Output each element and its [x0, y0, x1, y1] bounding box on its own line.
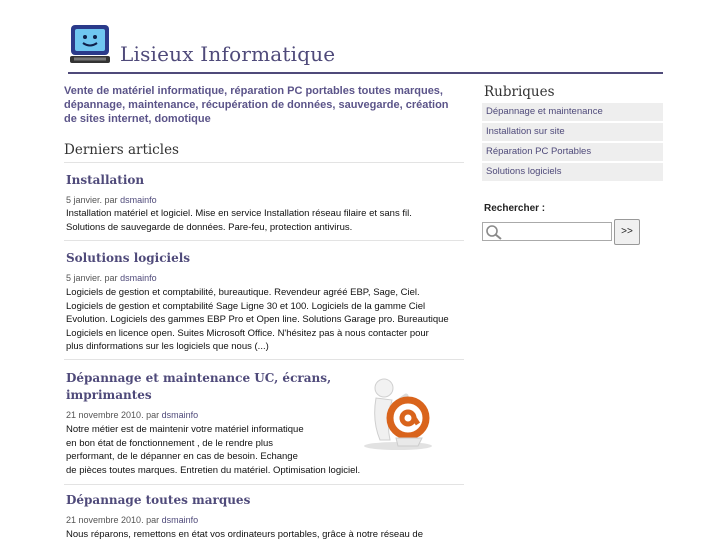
search-submit-button[interactable]: >>	[614, 219, 640, 245]
excerpt-line: en bon état de fonctionnement , de le re…	[66, 437, 274, 449]
article-date: 21 novembre 2010	[66, 410, 142, 420]
article-excerpt: Installation matériel et logiciel. Mise …	[66, 207, 412, 234]
sidebar-item-reparation-pc-portables[interactable]: Réparation PC Portables	[482, 143, 663, 161]
article-title-solutions-logiciels[interactable]: Solutions logiciels	[66, 251, 190, 265]
article-title-line[interactable]: imprimantes	[66, 387, 331, 404]
article-by: par	[104, 273, 118, 283]
search-input[interactable]	[482, 222, 612, 241]
site-header: Lisieux Informatique	[68, 20, 663, 74]
article-by: par	[104, 195, 118, 205]
excerpt-line: Logiciels de gestion et comptabilité, bu…	[66, 287, 420, 298]
article-by: par	[146, 515, 160, 525]
search-label: Rechercher :	[484, 203, 546, 214]
sidebar-title-rubriques: Rubriques	[484, 84, 555, 100]
rubriques-list: Dépannage et maintenance Installation su…	[482, 103, 663, 183]
article-title-depannage-toutes-marques[interactable]: Dépannage toutes marques	[66, 493, 250, 507]
sidebar-item-solutions-logiciels[interactable]: Solutions logiciels	[482, 163, 663, 181]
excerpt-line: Evolution. Logiciels des gammes EBP Pro …	[66, 314, 449, 325]
article-meta: 21 novembre 2010. par dsmainfo	[66, 515, 199, 525]
sidebar-item-installation-sur-site[interactable]: Installation sur site	[482, 123, 663, 141]
article-title-installation[interactable]: Installation	[66, 173, 144, 187]
article-excerpt: Logiciels de gestion et comptabilité, bu…	[66, 286, 449, 354]
article-author-link[interactable]: dsmainfo	[120, 195, 157, 205]
divider	[64, 359, 464, 360]
divider	[64, 162, 464, 163]
article-date: 5 janvier	[66, 195, 100, 205]
excerpt-line: Logiciels en licence open. Suites Micros…	[66, 327, 429, 339]
sidebar-item-depannage-maintenance[interactable]: Dépannage et maintenance	[482, 103, 663, 121]
article-author-link[interactable]: dsmainfo	[162, 515, 199, 525]
excerpt-line: Solutions de sauvegarde de données. Pare…	[66, 221, 353, 233]
article-author-link[interactable]: dsmainfo	[162, 410, 199, 420]
article-by: par	[146, 410, 160, 420]
article-meta: 21 novembre 2010. par dsmainfo	[66, 410, 199, 420]
excerpt-line: Installation matériel et logiciel. Mise …	[66, 208, 412, 219]
excerpt-line: performant, de le dépanner en cas de bes…	[66, 451, 298, 462]
article-excerpt: Nous réparons, remettons en état vos ord…	[66, 528, 423, 542]
article-date: 5 janvier	[66, 273, 100, 283]
divider	[64, 484, 464, 485]
excerpt-line: de pièces toutes marques. Entretien du m…	[66, 464, 361, 476]
section-title-derniers-articles: Derniers articles	[64, 142, 179, 158]
excerpt-line: Logiciels de gestion et comptabilité Sag…	[66, 300, 426, 312]
excerpt-line: Notre métier est de maintenir votre maté…	[66, 424, 304, 435]
excerpt-line: plus dinformations sur les logiciels que…	[66, 341, 269, 352]
tagline: Vente de matériel informatique, réparati…	[64, 85, 449, 125]
article-date: 21 novembre 2010	[66, 515, 142, 525]
search-icon	[486, 225, 502, 240]
article-author-link[interactable]: dsmainfo	[120, 273, 157, 283]
article-title-line[interactable]: Dépannage et maintenance UC, écrans,	[66, 370, 331, 387]
divider	[64, 240, 464, 241]
article-excerpt: Notre métier est de maintenir votre maté…	[66, 423, 360, 477]
computer-logo-icon[interactable]	[68, 22, 112, 66]
excerpt-line: Nous réparons, remettons en état vos ord…	[66, 529, 423, 540]
article-title-depannage-maintenance[interactable]: Dépannage et maintenance UC, écrans, imp…	[66, 370, 331, 404]
article-meta: 5 janvier. par dsmainfo	[66, 273, 157, 283]
article-meta: 5 janvier. par dsmainfo	[66, 195, 157, 205]
site-title[interactable]: Lisieux Informatique	[120, 42, 335, 66]
